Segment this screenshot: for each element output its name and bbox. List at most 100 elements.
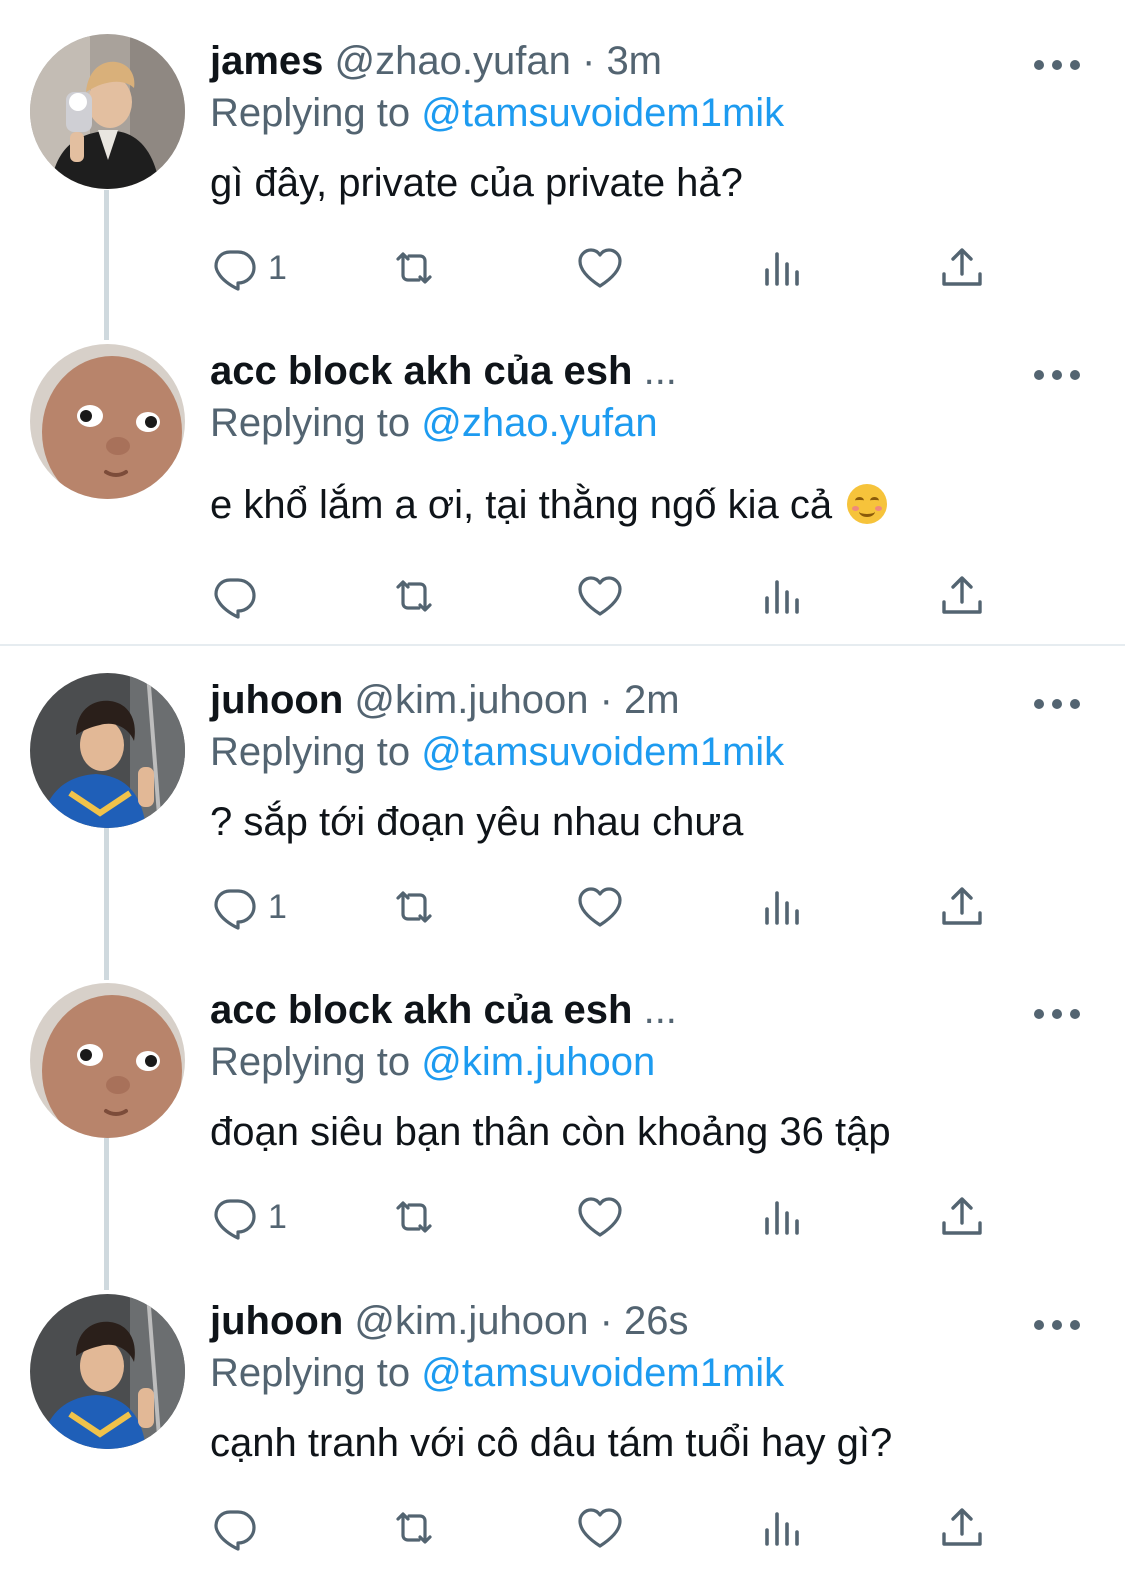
- like-button[interactable]: [576, 881, 624, 933]
- display-name[interactable]: james: [210, 39, 323, 83]
- analytics-icon: [758, 883, 806, 931]
- tweet-text: cạnh tranh với cô dâu tám tuổi hay gì?: [210, 1421, 893, 1465]
- more-icon[interactable]: [1034, 368, 1080, 382]
- avatar[interactable]: [30, 34, 185, 189]
- views-button[interactable]: [758, 881, 806, 933]
- share-button[interactable]: [938, 1502, 986, 1554]
- tweet-text-content: e khổ lắm a ơi, tại thằng ngố kia cả: [210, 483, 833, 527]
- more-icon[interactable]: [1034, 1318, 1080, 1332]
- user-handle[interactable]: @kim.juhoon: [354, 1299, 588, 1343]
- tweet-text: gì đây, private của private hả?: [210, 161, 743, 205]
- avatar[interactable]: [30, 983, 185, 1138]
- display-name[interactable]: juhoon: [210, 1299, 343, 1343]
- reply-icon: [210, 244, 258, 292]
- reply-button[interactable]: 1: [210, 881, 287, 933]
- separator: ·: [599, 1299, 613, 1343]
- user-photo: [30, 344, 185, 499]
- reply-button[interactable]: 1: [210, 1191, 287, 1243]
- user-handle[interactable]: @zhao.yufan: [335, 39, 571, 83]
- views-button[interactable]: [758, 570, 806, 622]
- share-button[interactable]: [938, 1191, 986, 1243]
- action-bar: 1: [210, 1191, 1010, 1243]
- user-photo: [30, 34, 185, 189]
- action-bar: [210, 570, 1010, 622]
- heart-icon: [576, 244, 624, 292]
- tweet-text: ? sắp tới đoạn yêu nhau chưa: [210, 800, 744, 844]
- retweet-button[interactable]: [390, 242, 438, 294]
- replying-to: Replying to @tamsuvoidem1mik: [210, 727, 784, 777]
- mention-link[interactable]: @tamsuvoidem1mik: [421, 1351, 784, 1395]
- user-photo: [30, 673, 185, 828]
- tweet-header: juhoon @kim.juhoon · 2m: [210, 675, 680, 725]
- share-button[interactable]: [938, 570, 986, 622]
- action-bar: 1: [210, 881, 1010, 933]
- reply-button[interactable]: [210, 1502, 268, 1554]
- heart-icon: [576, 572, 624, 620]
- user-handle[interactable]: @kim.juhoon: [354, 678, 588, 722]
- mention-link[interactable]: @zhao.yufan: [421, 401, 657, 445]
- display-name[interactable]: juhoon: [210, 678, 343, 722]
- views-button[interactable]: [758, 242, 806, 294]
- avatar[interactable]: [30, 1294, 185, 1449]
- replying-to: Replying to @tamsuvoidem1mik: [210, 1348, 784, 1398]
- smiling-face-emoji-icon: [847, 484, 888, 524]
- tweet-header: juhoon @kim.juhoon · 26s: [210, 1296, 689, 1346]
- tweet-header: acc block akh của esh ...: [210, 985, 677, 1035]
- reply-count: 1: [268, 887, 287, 926]
- name-truncation: ...: [643, 349, 677, 393]
- share-icon: [938, 244, 986, 292]
- timestamp[interactable]: 26s: [624, 1299, 689, 1343]
- heart-icon: [576, 1193, 624, 1241]
- thread-line: [104, 828, 109, 980]
- avatar[interactable]: [30, 344, 185, 499]
- heart-icon: [576, 1504, 624, 1552]
- like-button[interactable]: [576, 242, 624, 294]
- views-button[interactable]: [758, 1191, 806, 1243]
- retweet-icon: [390, 883, 438, 931]
- share-icon: [938, 1504, 986, 1552]
- heart-icon: [576, 883, 624, 931]
- mention-link[interactable]: @tamsuvoidem1mik: [421, 91, 784, 135]
- reply-button[interactable]: 1: [210, 242, 287, 294]
- display-name[interactable]: acc block akh của esh: [210, 349, 632, 393]
- replying-prefix: Replying to: [210, 1040, 411, 1084]
- reply-icon: [210, 1504, 258, 1552]
- tweet-header: james @zhao.yufan · 3m: [210, 36, 662, 86]
- replying-prefix: Replying to: [210, 91, 411, 135]
- reply-count: 1: [268, 1197, 287, 1236]
- like-button[interactable]: [576, 570, 624, 622]
- separator: ·: [581, 39, 596, 83]
- share-icon: [938, 883, 986, 931]
- mention-link[interactable]: @tamsuvoidem1mik: [421, 730, 784, 774]
- share-button[interactable]: [938, 881, 986, 933]
- retweet-icon: [390, 1504, 438, 1552]
- share-button[interactable]: [938, 242, 986, 294]
- share-icon: [938, 1193, 986, 1241]
- analytics-icon: [758, 1504, 806, 1552]
- display-name[interactable]: acc block akh của esh: [210, 988, 632, 1032]
- share-icon: [938, 572, 986, 620]
- more-icon[interactable]: [1034, 58, 1080, 72]
- thread-line: [104, 1138, 109, 1290]
- like-button[interactable]: [576, 1191, 624, 1243]
- retweet-button[interactable]: [390, 881, 438, 933]
- avatar[interactable]: [30, 673, 185, 828]
- name-truncation: ...: [643, 988, 677, 1032]
- retweet-button[interactable]: [390, 570, 438, 622]
- views-button[interactable]: [758, 1502, 806, 1554]
- mention-link[interactable]: @kim.juhoon: [421, 1040, 655, 1084]
- replying-to: Replying to @kim.juhoon: [210, 1037, 655, 1087]
- retweet-icon: [390, 572, 438, 620]
- timestamp[interactable]: 3m: [606, 39, 662, 83]
- more-icon[interactable]: [1034, 697, 1080, 711]
- timestamp[interactable]: 2m: [624, 678, 680, 722]
- reply-count: 1: [268, 248, 287, 287]
- replying-prefix: Replying to: [210, 1351, 411, 1395]
- more-icon[interactable]: [1034, 1007, 1080, 1021]
- retweet-button[interactable]: [390, 1191, 438, 1243]
- analytics-icon: [758, 244, 806, 292]
- like-button[interactable]: [576, 1502, 624, 1554]
- thread-line: [104, 190, 109, 340]
- retweet-button[interactable]: [390, 1502, 438, 1554]
- reply-button[interactable]: [210, 570, 268, 622]
